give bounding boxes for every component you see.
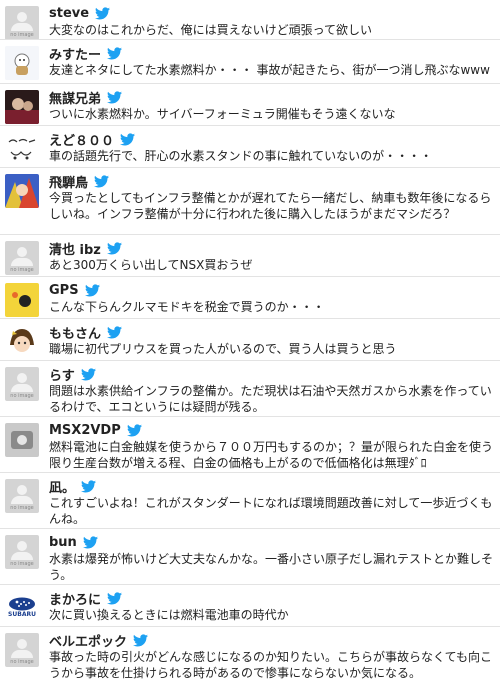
gray-photo-avatar[interactable] (5, 423, 39, 457)
sketch-avatar[interactable] (5, 132, 39, 166)
no-image-avatar[interactable]: no image (5, 367, 39, 401)
user-name[interactable]: GPS (49, 283, 79, 298)
comment-text: 燃料電池に白金触媒を使うから７００万円もするのか；？量が限られた白金を使う限り生… (49, 440, 494, 470)
comment-text: 次に買い換えるときには燃料電池車の時代か (49, 608, 289, 622)
comment-item: no image らす 問題は水素供給インフラの整備か。ただ現状は石油や天然ガス… (0, 361, 500, 417)
comment-item: GPS こんな下らんクルマモドキを税金で買うのか・・・ (0, 277, 500, 319)
comment-text: これすごいよね！これがスタンダートになれば環境問題改善に対して一歩近づくもんね。 (49, 496, 493, 526)
twitter-bird-icon[interactable] (80, 367, 96, 381)
comment-text: ついに水素燃料か。サイバーフォーミュラ開催もそう遠くないな (49, 107, 396, 121)
no-image-avatar[interactable]: no image (5, 241, 39, 275)
comment-item: SUBARU まかろに 次に買い換えるときには燃料電池車の時代か (0, 585, 500, 627)
no-image-avatar[interactable]: no image (5, 479, 39, 513)
comment-text: あと300万くらい出してNSX買おうぜ (49, 258, 253, 272)
photo-avatar[interactable] (5, 90, 39, 124)
user-name[interactable]: えど８００ (49, 130, 114, 149)
comment-text: 友達とネタにしてた水素燃料か・・・ 事故が起きたら、街が一つ消し飛ぶなwww (49, 63, 490, 77)
user-name[interactable]: まかろに (49, 589, 101, 608)
subaru-logo-icon (9, 597, 35, 611)
comment-text: 問題は水素供給インフラの整備か。ただ現状は石油や天然ガスから水素を作っているわけ… (49, 384, 492, 414)
twitter-bird-icon[interactable] (107, 46, 123, 60)
comment-text: 水素は爆発が怖いけど大丈夫なんかな。一番小さい原子だし漏れテストとか難しそう。 (49, 552, 494, 582)
comment-text: 職場に初代プリウスを買った人がいるので、買う人は買うと思う (49, 342, 397, 356)
twitter-bird-icon[interactable] (94, 174, 110, 188)
subaru-logo-avatar[interactable]: SUBARU (5, 591, 39, 625)
comment-text: 大変なのはこれからだ、俺には買えないけど頑張って欲しい (49, 23, 373, 37)
cartoon-avatar[interactable] (5, 46, 39, 80)
user-name[interactable]: ベルエポック (49, 631, 127, 650)
user-name[interactable]: 清也 ibz (49, 239, 101, 258)
comment-feed: no image steve 大変なのはこれからだ、俺には買えないけど頑張って欲… (0, 0, 500, 693)
twitter-bird-icon[interactable] (95, 6, 111, 20)
comment-item: ももさん 職場に初代プリウスを買った人がいるので、買う人は買うと思う (0, 319, 500, 361)
comment-item: no image steve 大変なのはこれからだ、俺には買えないけど頑張って欲… (0, 0, 500, 40)
no-image-avatar[interactable]: no image (5, 6, 39, 39)
user-name[interactable]: 飛騨鳥 (49, 172, 88, 191)
comment-text: 車の話題先行で、肝心の水素スタンドの事に触れていないのが・・・・ (49, 149, 433, 163)
comment-item: みすたー 友達とネタにしてた水素燃料か・・・ 事故が起きたら、街が一つ消し飛ぶな… (0, 40, 500, 84)
comment-text: こんな下らんクルマモドキを税金で買うのか・・・ (49, 300, 325, 314)
twitter-bird-icon[interactable] (107, 325, 123, 339)
twitter-bird-icon[interactable] (107, 591, 123, 605)
twitter-bird-icon[interactable] (106, 241, 122, 255)
user-name[interactable]: 無謀兄弟 (49, 88, 101, 107)
comment-item: no image ベルエポック 事故った時の引火がどんな感じになるのか知りたい。… (0, 627, 500, 683)
twitter-bird-icon[interactable] (81, 479, 97, 493)
comment-item: no image bun 水素は爆発が怖いけど大丈夫なんかな。一番小さい原子だし… (0, 529, 500, 585)
twitter-bird-icon[interactable] (107, 90, 123, 104)
user-name[interactable]: bun (49, 535, 77, 550)
user-name[interactable]: 凪。 (49, 477, 75, 496)
twitter-bird-icon[interactable] (84, 283, 100, 297)
comment-item: えど８００ 車の話題先行で、肝心の水素スタンドの事に触れていないのが・・・・ (0, 126, 500, 168)
anime-avatar[interactable] (5, 174, 39, 208)
yellow-avatar[interactable] (5, 283, 39, 317)
comment-text: 今買ったとしてもインフラ整備とかが遅れてたら一緒だし、納車も数年後になるらしいね… (49, 191, 492, 221)
user-name[interactable]: steve (49, 6, 89, 21)
no-image-avatar[interactable]: no image (5, 535, 39, 569)
twitter-bird-icon[interactable] (126, 423, 142, 437)
comment-item: 飛騨鳥 今買ったとしてもインフラ整備とかが遅れてたら一緒だし、納車も数年後になる… (0, 168, 500, 235)
comment-item: no image 清也 ibz あと300万くらい出してNSX買おうぜ (0, 235, 500, 277)
user-name[interactable]: ももさん (49, 323, 101, 342)
user-name[interactable]: らす (49, 365, 75, 384)
subaru-logo-text: SUBARU (8, 611, 36, 618)
user-name[interactable]: MSX2VDP (49, 423, 121, 438)
twitter-bird-icon[interactable] (120, 132, 136, 146)
comment-text: 事故った時の引火がどんな感じになるのか知りたい。こちらが事故らなくても向こうから… (49, 650, 493, 680)
twitter-bird-icon[interactable] (133, 633, 149, 647)
twitter-bird-icon[interactable] (82, 535, 98, 549)
comment-item: no image 凪。 これすごいよね！これがスタンダートになれば環境問題改善に… (0, 473, 500, 529)
girl-avatar[interactable] (5, 325, 39, 359)
comment-item: MSX2VDP 燃料電池に白金触媒を使うから７００万円もするのか；？量が限られた… (0, 417, 500, 473)
no-image-avatar[interactable]: no image (5, 633, 39, 667)
user-name[interactable]: みすたー (49, 44, 101, 63)
comment-item: 無謀兄弟 ついに水素燃料か。サイバーフォーミュラ開催もそう遠くないな (0, 84, 500, 126)
